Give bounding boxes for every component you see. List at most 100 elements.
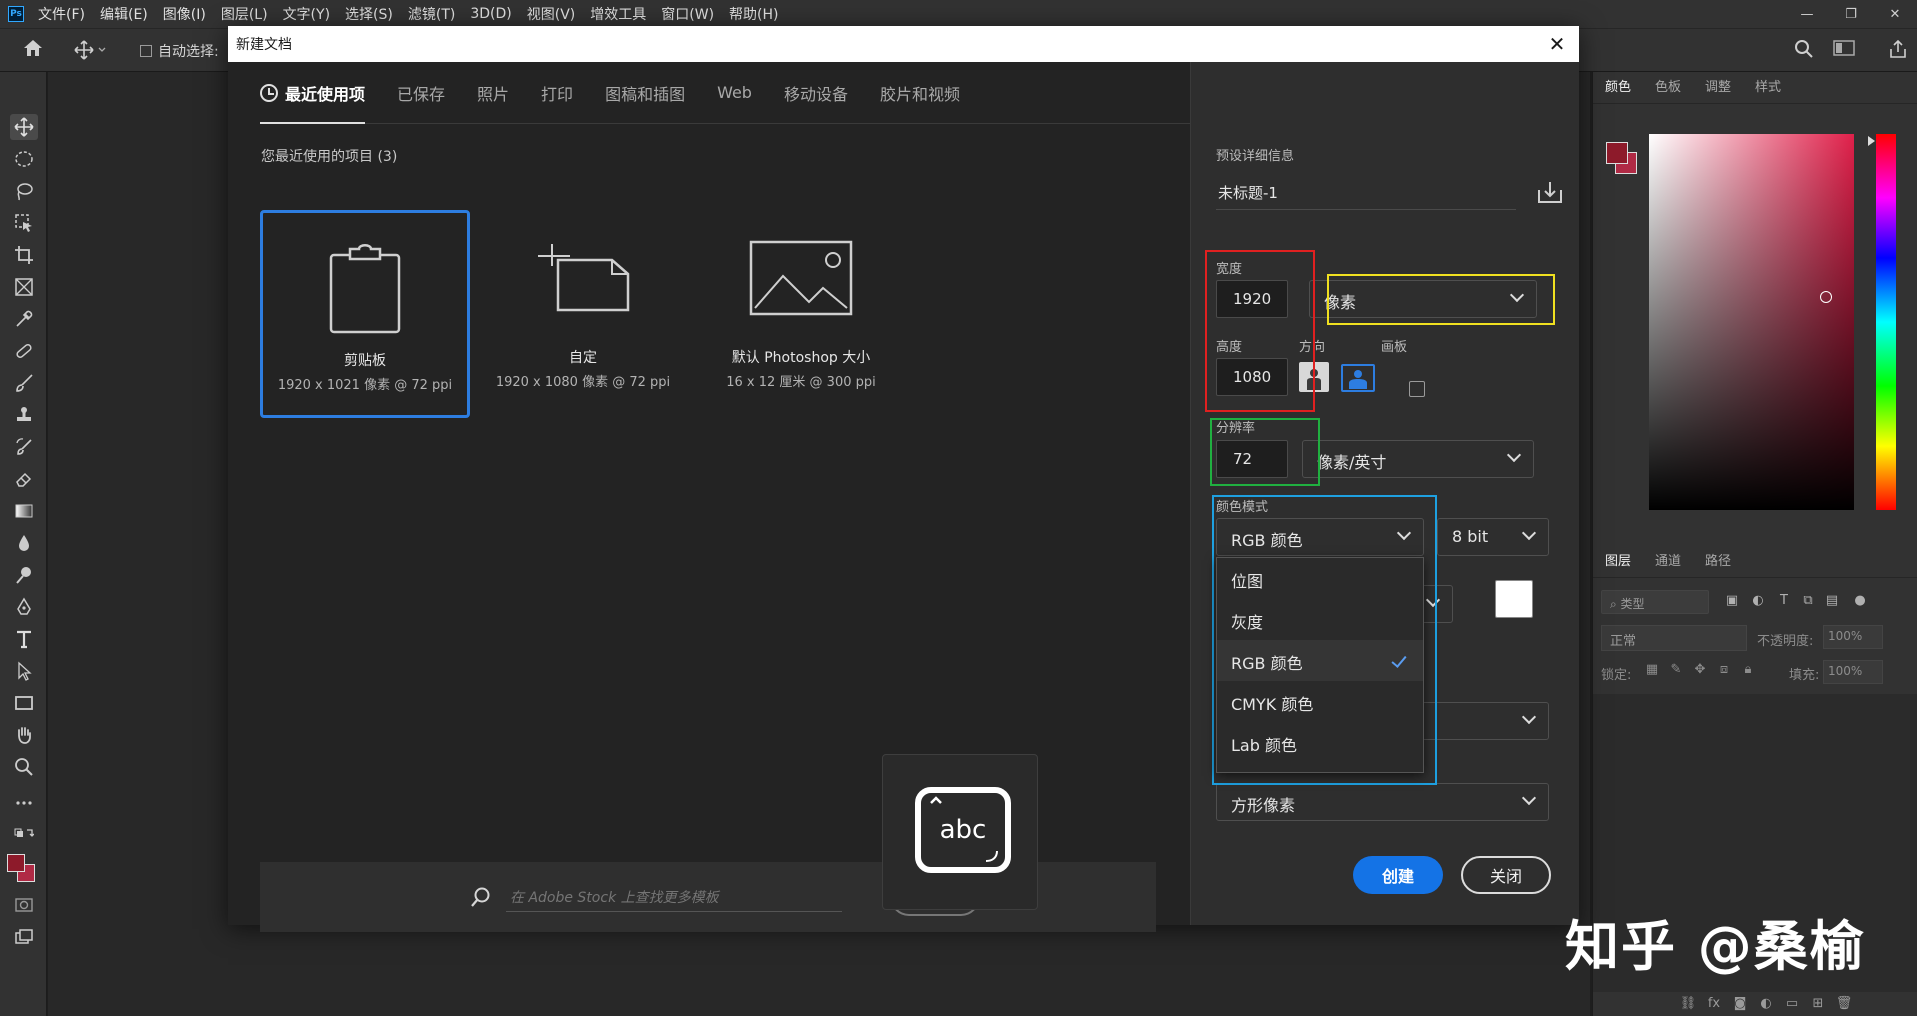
- rectangle-tool-icon[interactable]: [10, 690, 38, 716]
- tab-art-illustration[interactable]: 图稿和插图: [605, 62, 685, 124]
- menu-image[interactable]: 图像(I): [163, 4, 206, 24]
- type-layer-filter-icon[interactable]: T: [1775, 593, 1793, 611]
- healing-brush-tool-icon[interactable]: [10, 338, 38, 364]
- minimize-button[interactable]: —: [1785, 0, 1829, 28]
- layer-filter-select[interactable]: ⌕ 类型: [1601, 590, 1709, 614]
- tab-print[interactable]: 打印: [541, 62, 573, 124]
- tab-channels[interactable]: 通道: [1643, 550, 1693, 577]
- dodge-tool-icon[interactable]: [10, 562, 38, 588]
- portrait-orientation-button[interactable]: [1299, 362, 1329, 392]
- shape-layer-filter-icon[interactable]: ⧉: [1799, 593, 1817, 611]
- tab-swatches[interactable]: 色板: [1643, 76, 1693, 103]
- pen-tool-icon[interactable]: [10, 594, 38, 620]
- landscape-orientation-button[interactable]: [1341, 364, 1375, 392]
- color-mode-option-lab[interactable]: Lab 颜色: [1217, 722, 1423, 763]
- create-button[interactable]: 创建: [1353, 856, 1443, 894]
- zoom-tool-icon[interactable]: [10, 754, 38, 780]
- tab-mobile[interactable]: 移动设备: [784, 62, 848, 124]
- hand-tool-icon[interactable]: [10, 722, 38, 748]
- color-mode-option-grayscale[interactable]: 灰度: [1217, 599, 1423, 640]
- menu-view[interactable]: 视图(V): [527, 4, 576, 24]
- delete-layer-icon[interactable]: 🗑︎: [1835, 996, 1853, 1014]
- fill-field[interactable]: 100%: [1823, 660, 1883, 684]
- resolution-field[interactable]: 72: [1216, 440, 1288, 478]
- lock-transparency-icon[interactable]: ▦: [1643, 662, 1661, 680]
- crop-tool-icon[interactable]: [10, 242, 38, 268]
- lock-position-icon[interactable]: ✥: [1691, 662, 1709, 680]
- artboard-checkbox[interactable]: [1409, 381, 1425, 397]
- menu-type[interactable]: 文字(Y): [283, 4, 330, 24]
- menu-help[interactable]: 帮助(H): [729, 4, 778, 24]
- blur-tool-icon[interactable]: [10, 530, 38, 556]
- pixel-aspect-ratio-select[interactable]: 方形像素: [1216, 783, 1549, 821]
- layer-style-icon[interactable]: fx: [1705, 996, 1723, 1014]
- hue-slider-marker[interactable]: [1868, 136, 1875, 146]
- preset-card-default-photoshop[interactable]: 默认 Photoshop 大小 16 x 12 厘米 @ 300 ppi: [696, 210, 906, 418]
- color-panel-foreground-swatch[interactable]: [1606, 142, 1628, 164]
- home-icon[interactable]: [22, 38, 48, 62]
- smart-object-filter-icon[interactable]: ▤: [1823, 593, 1841, 611]
- document-name-field[interactable]: 未标题-1: [1216, 174, 1516, 210]
- menu-filter[interactable]: 滤镜(T): [408, 4, 455, 24]
- height-field[interactable]: 1080: [1216, 358, 1288, 396]
- hue-slider[interactable]: [1876, 134, 1896, 510]
- object-selection-tool-icon[interactable]: [10, 210, 38, 236]
- elliptical-marquee-tool-icon[interactable]: [10, 146, 38, 172]
- bit-depth-select[interactable]: 8 bit: [1437, 518, 1549, 556]
- tab-web[interactable]: Web: [717, 62, 752, 124]
- menu-layer[interactable]: 图层(L): [221, 4, 268, 24]
- stock-search-input[interactable]: [506, 884, 842, 912]
- color-mode-select[interactable]: RGB 颜色: [1216, 518, 1424, 556]
- history-brush-tool-icon[interactable]: [10, 434, 38, 460]
- menu-select[interactable]: 选择(S): [345, 4, 393, 24]
- blend-mode-select[interactable]: 正常: [1601, 625, 1747, 651]
- share-icon[interactable]: [1886, 39, 1910, 63]
- background-color-swatch[interactable]: [1495, 580, 1533, 618]
- width-unit-select[interactable]: 像素: [1309, 280, 1537, 318]
- close-window-button[interactable]: ✕: [1873, 0, 1917, 28]
- tab-recent[interactable]: 最近使用项: [260, 62, 366, 124]
- tab-saved[interactable]: 已保存: [397, 62, 445, 124]
- move-tool-icon[interactable]: [10, 114, 38, 140]
- eyedropper-tool-icon[interactable]: [10, 306, 38, 332]
- color-mode-option-cmyk[interactable]: CMYK 颜色: [1217, 681, 1423, 722]
- adjustment-layer-icon[interactable]: ◐: [1757, 996, 1775, 1014]
- color-picker-cursor[interactable]: [1820, 291, 1832, 303]
- tab-adjustments[interactable]: 调整: [1693, 76, 1743, 103]
- new-group-icon[interactable]: ▭: [1783, 996, 1801, 1014]
- color-mode-option-bitmap[interactable]: 位图: [1217, 558, 1423, 599]
- resolution-unit-select[interactable]: 像素/英寸: [1302, 440, 1534, 478]
- workspace-icon[interactable]: [1832, 39, 1856, 63]
- color-picker-field[interactable]: [1649, 134, 1854, 510]
- width-field[interactable]: 1920: [1216, 280, 1288, 318]
- gradient-tool-icon[interactable]: [10, 498, 38, 524]
- opacity-field[interactable]: 100%: [1823, 625, 1883, 649]
- eraser-tool-icon[interactable]: [10, 466, 38, 492]
- menu-edit[interactable]: 编辑(E): [100, 4, 148, 24]
- filter-toggle-icon[interactable]: ●: [1851, 593, 1869, 611]
- close-button[interactable]: 关闭: [1461, 856, 1551, 894]
- path-selection-tool-icon[interactable]: [10, 658, 38, 684]
- foreground-color-swatch[interactable]: [7, 854, 25, 872]
- brush-tool-icon[interactable]: [10, 370, 38, 396]
- lock-image-icon[interactable]: ✎: [1667, 662, 1685, 680]
- preset-card-custom[interactable]: 自定 1920 x 1080 像素 @ 72 ppi: [478, 210, 688, 418]
- menu-plugins[interactable]: 增效工具: [590, 4, 646, 24]
- tab-photo[interactable]: 照片: [477, 62, 509, 124]
- lock-artboard-icon[interactable]: ⧈: [1715, 662, 1733, 680]
- tab-film-video[interactable]: 胶片和视频: [880, 62, 960, 124]
- type-tool-icon[interactable]: [10, 626, 38, 652]
- tab-layers[interactable]: 图层: [1593, 550, 1643, 577]
- save-preset-icon[interactable]: [1537, 180, 1563, 206]
- link-layers-icon[interactable]: ⛓: [1679, 996, 1697, 1014]
- search-icon[interactable]: [1792, 39, 1816, 63]
- quick-mask-icon[interactable]: [10, 892, 38, 918]
- screen-mode-icon[interactable]: [10, 924, 38, 950]
- auto-select-checkbox[interactable]: [140, 45, 152, 57]
- menu-file[interactable]: 文件(F): [38, 4, 85, 24]
- menu-window[interactable]: 窗口(W): [661, 4, 714, 24]
- pixel-layer-filter-icon[interactable]: ▣: [1723, 593, 1741, 611]
- move-tool-preset-icon[interactable]: [74, 39, 114, 63]
- adjustment-layer-filter-icon[interactable]: ◐: [1749, 593, 1767, 611]
- color-mode-option-rgb[interactable]: RGB 颜色: [1217, 640, 1423, 681]
